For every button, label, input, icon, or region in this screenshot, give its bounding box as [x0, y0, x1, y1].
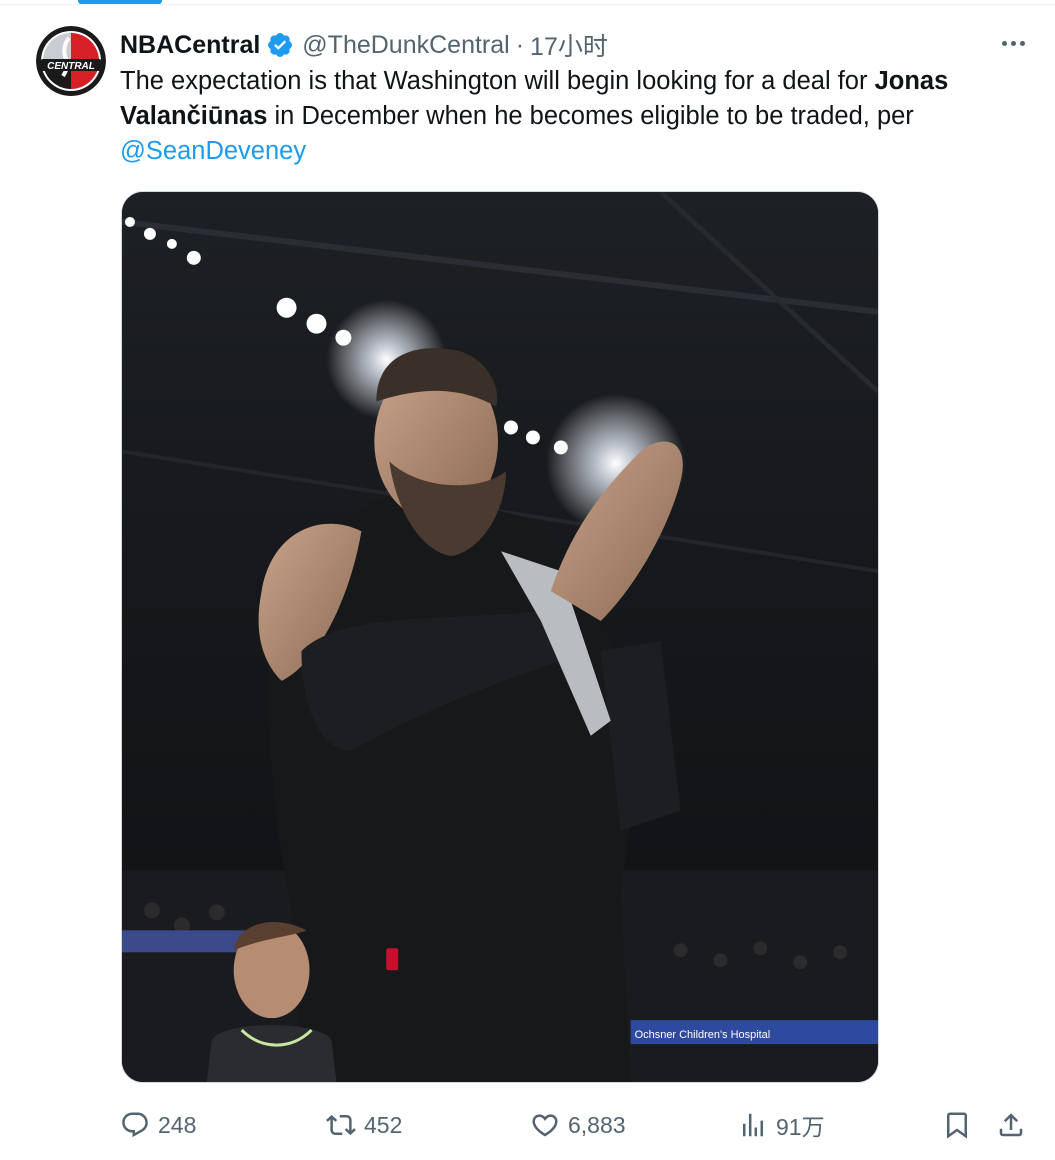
tweet-text: The expectation is that Washington will … [120, 64, 1020, 169]
like-icon [532, 1114, 558, 1137]
more-dot [1019, 40, 1025, 46]
repost-icon [326, 1114, 356, 1136]
divider [0, 4, 1055, 5]
tweet-text-part2: in December when he becomes eligible to … [267, 102, 914, 130]
mention-link[interactable]: @SeanDeveney [120, 137, 306, 165]
tweet-text-part1: The expectation is that Washington will … [120, 67, 875, 95]
tweet-photo[interactable]: Ochsner Children's Hospital [121, 191, 879, 1083]
reply-button[interactable]: 248 [120, 1104, 196, 1146]
reply-count: 248 [158, 1111, 197, 1138]
tweet-header: NBACentral @TheDunkCentral · 17小时 [120, 28, 608, 62]
photo-illustration: Ochsner Children's Hospital [122, 192, 878, 1082]
repost-count: 452 [364, 1111, 403, 1138]
timestamp[interactable]: 17小时 [530, 27, 608, 63]
arena-banner-text: Ochsner Children's Hospital [635, 1029, 771, 1041]
views-icon [743, 1113, 763, 1137]
author-display-name[interactable]: NBACentral [120, 31, 260, 60]
author-handle[interactable]: @TheDunkCentral [302, 31, 509, 60]
view-count: 91万 [776, 1114, 825, 1140]
repost-button[interactable]: 452 [326, 1104, 402, 1146]
verified-badge-icon[interactable] [266, 31, 294, 59]
avatar-logo: CENTRAL [36, 26, 106, 96]
bookmark-button[interactable] [942, 1104, 972, 1146]
views-button[interactable]: 91万 [738, 1104, 825, 1146]
action-bar: 248 452 6,883 91万 [0, 1104, 1055, 1146]
like-button[interactable]: 6,883 [530, 1104, 626, 1146]
avatar-text: CENTRAL [47, 61, 95, 72]
bookmark-icon [947, 1112, 967, 1139]
more-dot [1001, 40, 1007, 46]
share-icon [999, 1113, 1023, 1137]
more-icon[interactable] [996, 30, 1030, 56]
reply-icon [122, 1112, 148, 1138]
share-button[interactable] [996, 1104, 1026, 1146]
separator-dot: · [515, 30, 525, 59]
more-dot [1010, 40, 1016, 46]
like-count: 6,883 [568, 1111, 626, 1138]
avatar[interactable]: CENTRAL [36, 26, 106, 96]
